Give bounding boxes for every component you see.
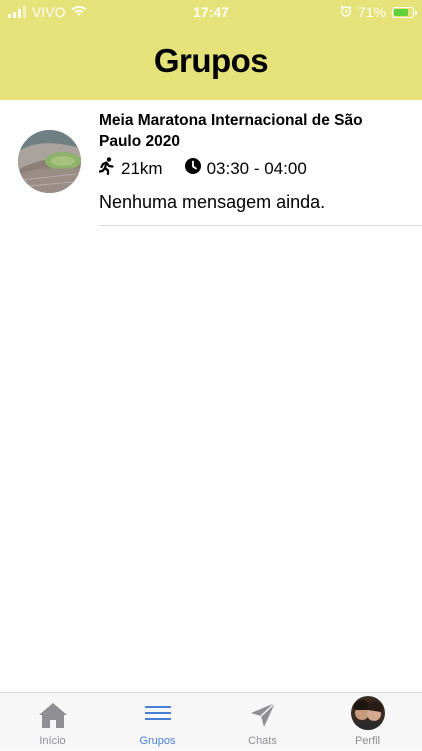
group-name: Meia Maratona Internacional de São Paulo… xyxy=(99,112,363,150)
avatar xyxy=(350,696,385,730)
battery-icon xyxy=(392,6,417,18)
runner-icon xyxy=(98,157,115,180)
tab-label: Grupos xyxy=(139,735,176,747)
menu-icon xyxy=(144,701,172,731)
status-bar: VIVO 17:47 71% xyxy=(0,0,422,24)
distance-value: 21km xyxy=(121,158,163,178)
send-icon xyxy=(249,701,277,731)
battery-percent: 71% xyxy=(357,4,386,20)
tab-inicio[interactable]: Início xyxy=(0,693,105,751)
group-meta: 21km 03:30 - 04:00 xyxy=(98,157,307,180)
alarm-icon xyxy=(340,4,352,20)
tab-grupos[interactable]: Grupos xyxy=(105,693,210,751)
tab-label: Chats xyxy=(248,735,277,747)
tab-label: Início xyxy=(39,735,66,747)
tab-label: Perfil xyxy=(354,735,381,747)
home-icon xyxy=(38,701,68,731)
tab-chats[interactable]: Chats xyxy=(210,693,315,751)
tab-perfil[interactable]: Perfil xyxy=(315,693,420,751)
time-range: 03:30 - 04:00 xyxy=(206,158,307,178)
group-avatar xyxy=(18,130,81,193)
clock-icon xyxy=(184,158,201,179)
header: VIVO 17:47 71% Grupos xyxy=(0,0,422,100)
tab-bar: Início Grupos Chats Perfil xyxy=(0,692,422,750)
list-item[interactable]: Meia Maratona Internacional de São Paulo… xyxy=(0,100,422,227)
last-message: Nenhuma mensagem ainda. xyxy=(99,192,326,212)
divider xyxy=(99,225,422,226)
page-title: Grupos xyxy=(153,42,269,79)
